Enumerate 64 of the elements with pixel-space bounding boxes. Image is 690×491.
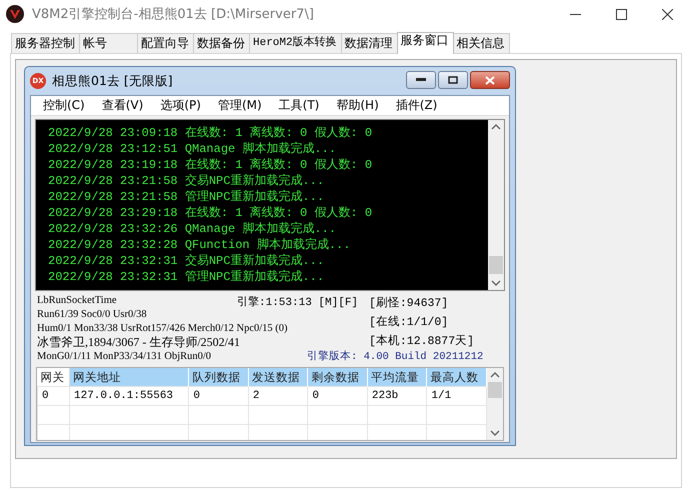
close-button[interactable] xyxy=(470,71,510,89)
tab[interactable]: 服务窗口 xyxy=(396,32,454,54)
engine-version: 引擎版本: 4.00 Build 20211212 xyxy=(307,350,484,364)
engine-time: 引擎:1:53:13 [M][F] xyxy=(237,295,358,309)
scrollbar-thumb[interactable] xyxy=(489,256,503,274)
menu-item[interactable]: 管理(M) xyxy=(212,97,268,114)
log-line: 2022/9/28 23:21:58 管理NPC重新加载完成... xyxy=(48,189,326,205)
status-info: [在线:1/1/0] xyxy=(369,314,448,331)
minimize-button[interactable] xyxy=(406,71,436,89)
menu-item[interactable]: 插件(Z) xyxy=(390,97,444,114)
column-header[interactable]: 剩余数据 xyxy=(308,368,368,386)
tab[interactable]: 帐号 xyxy=(79,33,138,53)
column-header[interactable]: 网关 xyxy=(38,368,70,386)
maximize-icon xyxy=(448,76,458,84)
log-line: 2022/9/28 23:32:26 QManage 脚本加载完成... xyxy=(48,221,338,237)
column-header[interactable]: 最高人数 xyxy=(426,368,486,386)
column-header[interactable]: 发送数据 xyxy=(248,368,308,386)
menu-item[interactable]: 控制(C) xyxy=(37,97,91,114)
app-logo-icon xyxy=(6,5,24,23)
menu-item[interactable]: 帮助(H) xyxy=(330,97,385,114)
menu-item[interactable]: 选项(P) xyxy=(154,97,207,114)
table-cell: 0 xyxy=(188,386,248,406)
column-header[interactable]: 网关地址 xyxy=(70,368,189,386)
status-text: 冰雪斧卫,1894/3067 - 生存导师/2502/41 xyxy=(37,336,240,349)
column-header[interactable]: 平均流量 xyxy=(367,368,427,386)
maximize-icon xyxy=(616,8,626,20)
log-line: 2022/9/28 23:21:58 交易NPC重新加载完成... xyxy=(48,173,326,189)
log-line: 2022/9/28 23:19:18 在线数: 1 离线数: 0 假人数: 0 xyxy=(48,157,374,173)
scrollbar-thumb[interactable] xyxy=(488,382,502,398)
log-line: 2022/9/28 23:29:18 在线数: 1 离线数: 0 假人数: 0 xyxy=(48,205,374,221)
close-icon xyxy=(485,76,495,84)
menu-item[interactable]: 工具(T) xyxy=(272,97,326,114)
table-cell: 1/1 xyxy=(426,386,486,406)
column-header[interactable]: 队列数据 xyxy=(188,368,248,386)
tab[interactable]: 相关信息 xyxy=(452,33,510,53)
menu-item[interactable]: 查看(V) xyxy=(96,97,150,114)
scrollbar[interactable] xyxy=(488,120,504,290)
tab[interactable]: 配置向导 xyxy=(137,33,194,53)
table-cell: 0 xyxy=(38,386,70,406)
table-cell: 0 xyxy=(308,386,368,406)
status-text: Run61/39 Soc0/0 Usr0/38 xyxy=(37,308,147,321)
status-text: MonG0/1/11 MonP33/34/131 ObjRun0/0 xyxy=(37,350,212,363)
status-text: LbRunSocketTime xyxy=(37,294,117,307)
window-title: 相思熊01去 [无限版] xyxy=(52,72,173,90)
window-title: V8M2引擎控制台-相思熊01去 [D:\Mirserver7\] xyxy=(32,6,314,23)
tab[interactable]: 数据备份 xyxy=(193,33,250,53)
table-cell: 223b xyxy=(367,386,427,406)
close-icon xyxy=(662,8,672,20)
minimize-icon xyxy=(416,78,426,82)
tab[interactable]: HeroM2版本转换 xyxy=(249,33,342,53)
log-line: 2022/9/28 23:32:31 交易NPC重新加载完成... xyxy=(48,253,326,269)
status-text: Hum0/1 Mon33/38 UsrRot157/426 Merch0/12 Npc0/15 (0) xyxy=(37,322,288,335)
table-cell: 2 xyxy=(248,386,308,406)
tab[interactable]: 服务器控制 xyxy=(11,33,80,53)
status-info: [本机:12.8877天] xyxy=(369,334,474,350)
log-line: 2022/9/28 23:32:31 管理NPC重新加载完成... xyxy=(48,269,326,285)
table-cell: 127.0.0.1:55563 xyxy=(70,386,189,406)
scrollbar[interactable] xyxy=(487,368,503,440)
status-info: [刷怪:94637] xyxy=(369,296,448,312)
tab[interactable]: 数据清理 xyxy=(340,33,398,53)
log-line: 2022/9/28 23:09:18 在线数: 1 离线数: 0 假人数: 0 xyxy=(48,125,374,141)
maximize-button[interactable] xyxy=(438,71,468,89)
log-line: 2022/9/28 23:12:51 QManage 脚本加载完成... xyxy=(48,141,338,157)
log-line: 2022/9/28 23:32:28 QFunction 脚本加载完成... xyxy=(48,237,352,253)
